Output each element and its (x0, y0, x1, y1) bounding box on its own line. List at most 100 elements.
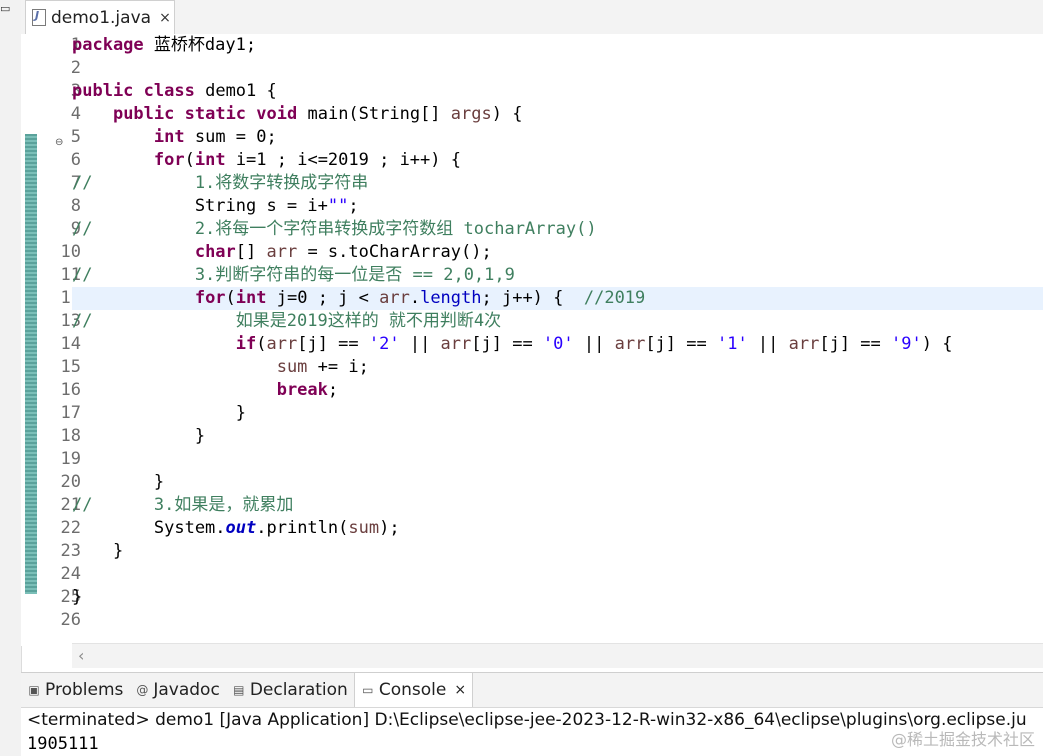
keyword: class (143, 81, 195, 101)
code-text[interactable]: package 蓝桥杯day1; public class demo1 { pu… (72, 34, 1043, 632)
keyword: int (153, 127, 185, 147)
code-line: char[] arr = s.toCharArray(); (72, 241, 1043, 264)
code-line: } (72, 426, 206, 446)
code-token: sum = 0; (184, 127, 277, 147)
scroll-left-icon[interactable]: ‹ (78, 646, 84, 665)
code-token: || (399, 334, 441, 354)
left-trim: ▭ (0, 0, 22, 756)
tab-problems[interactable]: ▣ Problems (21, 673, 129, 707)
code-token: i=1 ; i<=2019 ; i++) { (225, 150, 461, 170)
code-token: [] (235, 242, 267, 262)
char-literal: '2' (368, 334, 400, 354)
code-token: ); (379, 518, 400, 538)
code-line: public class demo1 { (72, 80, 1043, 103)
variable: arr (788, 334, 820, 354)
variable: arr (266, 242, 298, 262)
char-literal: '9' (891, 334, 922, 354)
code-token: [j] == (645, 334, 717, 354)
variable: arr (614, 334, 646, 354)
code-line: int sum = 0; (72, 126, 1043, 149)
keyword: for (194, 288, 226, 308)
code-token: ( (256, 334, 267, 354)
keyword: for (153, 150, 185, 170)
tab-label: Console (378, 680, 447, 700)
code-token: [j] == (471, 334, 543, 354)
watermark: @稀土掘金技术社区 (890, 730, 1035, 749)
comment-line: // 3.判断字符串的每一位是否 == 2,0,1,9 (72, 265, 515, 285)
comment: //2019 (583, 288, 646, 308)
tab-demo1-java[interactable]: demo1.java × (25, 0, 175, 34)
keyword: void (256, 104, 298, 124)
problems-icon: ▣ (28, 683, 40, 697)
variable: sum (276, 357, 308, 377)
keyword: char (194, 242, 236, 262)
change-annotation-bar (25, 134, 37, 594)
tab-label: Javadoc (153, 680, 220, 700)
horizontal-scrollbar[interactable]: ‹ (72, 643, 1043, 668)
java-file-icon (32, 9, 46, 26)
close-icon[interactable]: × (454, 682, 466, 698)
code-token: ; j++) { (481, 288, 584, 308)
keyword: int (235, 288, 267, 308)
variable: sum (348, 518, 380, 538)
code-token: ; (348, 196, 359, 216)
variable: arr (266, 334, 298, 354)
console-output[interactable]: 1905111 (21, 732, 1043, 756)
code-line: String s = i+""; (72, 195, 1043, 218)
code-token: += i; (307, 357, 369, 377)
minimize-icon[interactable]: ▭ (0, 3, 10, 14)
code-token: 蓝桥杯day1; (143, 35, 257, 55)
declaration-icon: ▤ (233, 683, 245, 697)
keyword: package (72, 35, 144, 55)
code-token: ( (225, 288, 236, 308)
code-token: .println( (256, 518, 349, 538)
code-token: System. (72, 518, 226, 538)
keyword: static (184, 104, 247, 124)
bottom-panel: ▣ Problems @ Javadoc ▤ Declaration ▭ Con… (21, 672, 1043, 756)
code-token: ; (327, 380, 339, 400)
code-token: main(String[] (297, 104, 451, 124)
code-editor[interactable]: ⊖ 1 2 3 4 5 6 7 8 9 10 11 12 13 14 15 16… (21, 34, 1043, 668)
panel-tab-bar: ▣ Problems @ Javadoc ▤ Declaration ▭ Con… (21, 673, 1043, 708)
code-line: public static void main(String[] args) { (72, 103, 1043, 126)
code-line: } (72, 541, 124, 561)
keyword: public (72, 81, 134, 101)
char-literal: '1' (716, 334, 748, 354)
code-token: ) { (491, 104, 523, 124)
code-token: ( (184, 150, 195, 170)
comment-line: // 如果是2019这样的 就不用判断4次 (72, 311, 502, 331)
current-line: for(int j=0 ; j < arr.length; j++) { //2… (72, 287, 1043, 310)
keyword: break (276, 380, 328, 400)
at-icon: @ (136, 683, 149, 697)
code-token: String s = i+ (72, 196, 328, 216)
string-literal: "" (327, 196, 349, 216)
code-line: package 蓝桥杯day1; (72, 34, 1043, 57)
code-token: || (573, 334, 615, 354)
static-field: out (225, 518, 257, 538)
code-token: || (747, 334, 789, 354)
variable: arr (440, 334, 472, 354)
close-icon[interactable]: × (159, 10, 171, 26)
code-line: if(arr[j] == '2' || arr[j] == '0' || arr… (72, 333, 1043, 356)
tab-console[interactable]: ▭ Console × (353, 673, 474, 707)
comment-line: // 1.将数字转换成字符串 (72, 173, 369, 193)
tab-declaration[interactable]: ▤ Declaration (226, 673, 354, 707)
code-line: } (72, 587, 83, 607)
code-token: j=0 ; j < (266, 288, 380, 308)
variable: arr (379, 288, 410, 308)
code-token: ) { (921, 334, 953, 354)
tab-label: demo1.java (51, 7, 152, 28)
code-token: = s.toCharArray(); (297, 242, 492, 262)
code-line: } (72, 472, 165, 492)
comment-line: // 2.将每一个字符串转换成字符数组 tocharArray() (72, 219, 597, 239)
editor-tab-bar: demo1.java × (21, 0, 1043, 35)
comment-line: // 3.如果是，就累加 (72, 495, 294, 515)
code-line: sum += i; (72, 356, 1043, 379)
code-line: } (72, 403, 246, 423)
tab-label: Declaration (249, 680, 348, 700)
variable: args (450, 104, 492, 124)
tab-javadoc[interactable]: @ Javadoc (129, 673, 225, 707)
